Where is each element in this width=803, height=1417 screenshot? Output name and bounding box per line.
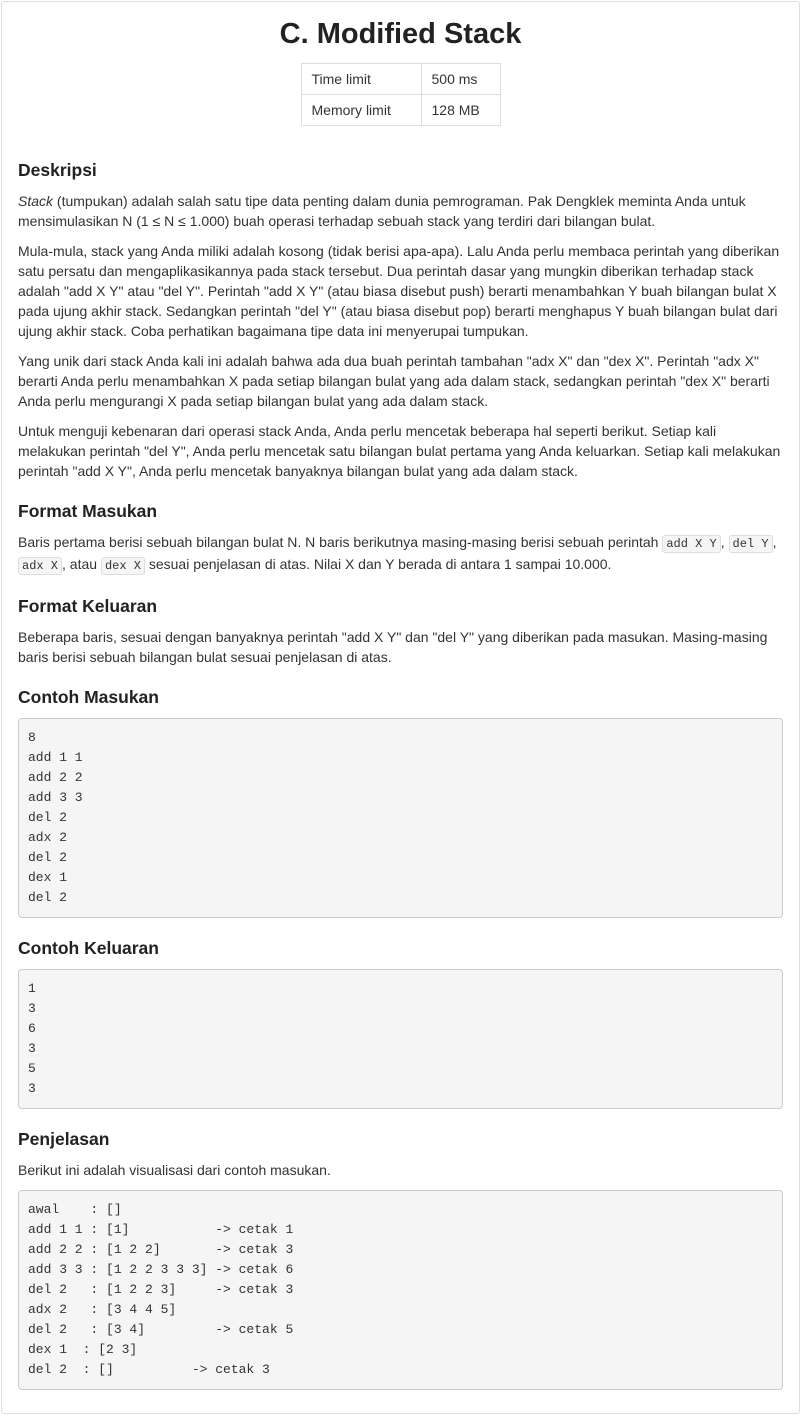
fm-text-1: Baris pertama berisi sebuah bilangan bul… [18, 534, 663, 550]
contoh-masukan-heading: Contoh Masukan [18, 687, 159, 707]
sample-output: 1 3 6 3 5 3 [18, 969, 783, 1109]
deskripsi-paragraph-4: Untuk menguji kebenaran dari operasi sta… [18, 423, 781, 479]
time-limit-label: Time limit [300, 63, 422, 95]
deskripsi-paragraph-1: Stack (tumpukan) adalah salah satu tipe … [18, 191, 783, 231]
code-add: add X Y [662, 535, 721, 553]
sample-input: 8 add 1 1 add 2 2 add 3 3 del 2 adx 2 de… [18, 718, 783, 918]
problem-page: C. Modified Stack Time limit 500 ms Memo… [1, 1, 800, 1414]
memory-limit-label: Memory limit [300, 94, 422, 126]
penjelasan-text: Berikut ini adalah visualisasi dari cont… [18, 1162, 331, 1178]
deskripsi-heading: Deskripsi [18, 160, 97, 180]
code-dex: dex X [100, 557, 145, 575]
problem-title: C. Modified Stack [279, 18, 522, 50]
fm-text-4: , atau [62, 556, 101, 572]
format-masukan-text: Baris pertama berisi sebuah bilangan bul… [18, 532, 783, 576]
deskripsi-p1-text: (tumpukan) adalah salah satu tipe data p… [18, 193, 746, 229]
memory-limit-value: 128 MB [420, 94, 501, 126]
limits-table: Time limit 500 ms Memory limit 128 MB [300, 63, 501, 126]
time-limit-row: Time limit 500 ms [300, 63, 501, 95]
penjelasan-heading: Penjelasan [18, 1129, 110, 1149]
format-keluaran-text: Beberapa baris, sesuai dengan banyaknya … [18, 629, 768, 665]
code-adx: adx X [18, 557, 63, 575]
memory-limit-row: Memory limit 128 MB [300, 94, 501, 126]
format-keluaran-heading: Format Keluaran [18, 596, 158, 616]
code-del: del Y [728, 535, 773, 553]
explanation-code: awal : [] add 1 1 : [1] -> cetak 1 add 2… [18, 1190, 783, 1390]
fm-text-2: , [720, 534, 729, 550]
time-limit-value: 500 ms [420, 63, 501, 95]
format-masukan-heading: Format Masukan [18, 501, 158, 521]
deskripsi-paragraph-3: Yang unik dari stack Anda kali ini adala… [18, 353, 770, 409]
contoh-keluaran-heading: Contoh Keluaran [18, 938, 159, 958]
deskripsi-paragraph-2: Mula-mula, stack yang Anda miliki adalah… [18, 243, 780, 339]
stack-term: Stack [18, 193, 54, 209]
fm-text-5: sesuai penjelasan di atas. Nilai X dan Y… [144, 556, 612, 572]
fm-text-3: , [772, 534, 777, 550]
